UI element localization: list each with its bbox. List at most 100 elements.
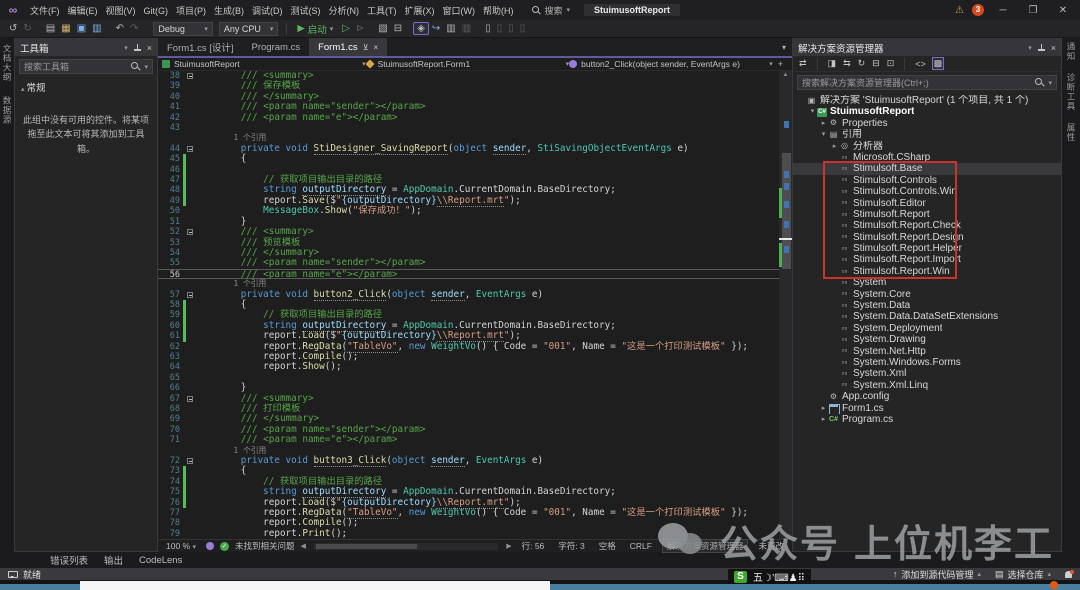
tree-item-stimulsoft.report[interactable]: ▫▫Stimulsoft.Report [793, 209, 1061, 220]
eol-indicator[interactable]: CRLF [626, 541, 656, 551]
toolbox-header[interactable]: 工具箱 ▾ × [15, 39, 157, 56]
tree-item-system.core[interactable]: ▫▫System.Core [793, 289, 1061, 300]
tree-item-system.xml.linq[interactable]: ▫▫System.Xml.Linq [793, 380, 1061, 391]
dock-tab-通知[interactable]: 通知 [1065, 42, 1077, 61]
toolbox-search-input[interactable]: 搜索工具箱 ▾ [19, 59, 153, 74]
minimize-button[interactable]: ─ [992, 5, 1014, 16]
menu-item[interactable]: 生成(B) [210, 6, 248, 16]
close-button[interactable]: ✕ [1052, 5, 1074, 16]
git-status[interactable]: 未更改 [754, 540, 788, 552]
designer-toggle-icon[interactable]: ◈ [413, 22, 429, 35]
save-all-icon[interactable]: ▥ [89, 23, 104, 34]
tree-item-stimulsoft.report.helper[interactable]: ▫▫Stimulsoft.Report.Helper [793, 243, 1061, 254]
fold-marker[interactable] [186, 71, 196, 81]
ime-item[interactable]: ⌨ [774, 573, 788, 584]
tree-item-app.config[interactable]: ⚙App.config [793, 391, 1061, 402]
expander-icon[interactable]: ▸ [830, 141, 839, 152]
switch-views-icon[interactable]: ⇆ [842, 58, 852, 69]
dock-tab-文档大纲[interactable]: 文档大纲 [1, 44, 13, 82]
close-icon[interactable]: × [147, 43, 152, 53]
nav-forward-icon[interactable]: ↻ [20, 23, 34, 34]
document-tab[interactable]: Form1.cs [设计] [158, 38, 243, 56]
tree-item-stimulsoft.report.win[interactable]: ▫▫Stimulsoft.Report.Win [793, 266, 1061, 277]
solution-explorer-header[interactable]: 解决方案资源管理器 ▾ × [793, 39, 1061, 56]
tree-item-stimulsoft.controls.win[interactable]: ▫▫Stimulsoft.Controls.Win [793, 186, 1061, 197]
menu-item[interactable]: Git(G) [140, 6, 173, 16]
nav-back-icon[interactable]: ↺ [6, 23, 20, 34]
spaces-indicator[interactable]: 空格 [595, 540, 620, 552]
quick-search[interactable]: 搜索 ▾ [532, 4, 571, 17]
taskbar-app-icon[interactable] [1050, 581, 1058, 589]
expander-icon[interactable]: ▾ [808, 106, 817, 117]
pin-icon[interactable] [134, 44, 141, 52]
tree-item-system.data[interactable]: ▫▫System.Data [793, 300, 1061, 311]
column-right-icon[interactable]: ▥ [459, 23, 474, 34]
column-indicator[interactable]: 字符: 3 [554, 540, 588, 552]
hscroll-thumb[interactable] [316, 544, 417, 549]
editor-scrollbar[interactable]: ▲ [779, 71, 792, 539]
document-tab[interactable]: Program.cs [243, 38, 310, 56]
close-icon[interactable]: × [374, 43, 379, 52]
tree-item-stimulsoft.base[interactable]: ▫▫Stimulsoft.Base [793, 163, 1061, 174]
redo-icon[interactable]: ↷ [127, 23, 141, 34]
feedback-icon[interactable] [8, 571, 18, 578]
menu-item[interactable]: 分析(N) [325, 6, 364, 16]
tree-item-stimulsoft.editor[interactable]: ▫▫Stimulsoft.Editor [793, 198, 1061, 209]
pin-icon[interactable] [1038, 44, 1045, 52]
collapse-all-icon[interactable]: ⊟ [871, 58, 881, 69]
menu-item[interactable]: 测试(S) [287, 6, 325, 16]
tree-item-stuimusoftreport[interactable]: ▾C#StuimusoftReport [793, 106, 1061, 117]
sync-with-active-document-icon[interactable]: ⇄ [798, 58, 808, 69]
refresh-icon[interactable]: ↻ [857, 58, 867, 69]
ime-logo-icon[interactable]: S [734, 571, 747, 583]
new-project-icon[interactable]: ▤ [43, 23, 58, 34]
chevron-down-icon[interactable]: ▾ [1028, 44, 1032, 52]
horizontal-scrollbar[interactable] [314, 543, 498, 550]
tree-item-system.windows.forms[interactable]: ▫▫System.Windows.Forms [793, 357, 1061, 368]
intellicode-icon[interactable] [206, 542, 214, 550]
tree-item--stuimusoftreport-1-1-[interactable]: ▣解决方案 'StuimusoftReport' (1 个项目, 共 1 个) [793, 95, 1061, 106]
ime-item[interactable]: ⠿ [798, 573, 805, 584]
dock-tab-属性[interactable]: 属性 [1065, 123, 1077, 142]
scroll-right-arrow[interactable]: ▶ [506, 542, 511, 550]
tree-item-microsoft.csharp[interactable]: ▫▫Microsoft.CSharp [793, 152, 1061, 163]
document-tab[interactable]: Form1.cs⊻× [309, 38, 387, 56]
tab-list-dropdown-icon[interactable]: ▾ [776, 43, 792, 52]
ime-item[interactable]: ♟ [789, 573, 798, 584]
run-without-debug-icon[interactable]: ▷ [339, 23, 353, 34]
tree-item-system.data.datasetextensions[interactable]: ▫▫System.Data.DataSetExtensions [793, 311, 1061, 322]
view-code-icon[interactable]: <> [914, 59, 927, 69]
dock-tab-数据源[interactable]: 数据源 [1, 96, 13, 125]
zoom-level-dropdown[interactable]: 100 % ▾ [162, 541, 200, 551]
tree-item-system.deployment[interactable]: ▫▫System.Deployment [793, 323, 1061, 334]
tree-item-system.xml[interactable]: ▫▫System.Xml [793, 368, 1061, 379]
code-editor[interactable]: 38 /// <summary>39 /// 保存模板40 /// </summ… [158, 71, 792, 539]
tree-item-properties[interactable]: ▸⚙Properties [793, 118, 1061, 129]
save-icon[interactable]: ▣ [74, 23, 89, 34]
menu-item[interactable]: 视图(V) [102, 6, 140, 16]
fold-marker[interactable] [186, 456, 196, 466]
restore-button[interactable]: ❐ [1022, 5, 1044, 16]
select-repository-button[interactable]: ▤ 选择仓库 ▴ [995, 568, 1051, 581]
attach-icon[interactable]: ⊳ [353, 23, 367, 34]
bottom-tab-输出[interactable]: 输出 [104, 553, 123, 567]
scrollbar-up-arrow[interactable]: ▲ [779, 72, 792, 78]
warning-icon[interactable]: ⚠ [955, 5, 964, 16]
tree-item-form1.cs[interactable]: ▸Form1.cs [793, 403, 1061, 414]
tree-item-stimulsoft.report.import[interactable]: ▫▫Stimulsoft.Report.Import [793, 254, 1061, 265]
tree-item-system[interactable]: ▫▫System [793, 277, 1061, 288]
scroll-left-arrow[interactable]: ◀ [301, 542, 306, 550]
menu-item[interactable]: 文件(F) [26, 6, 64, 16]
tree-item-program.cs[interactable]: ▸C#Program.cs [793, 414, 1061, 425]
menu-item[interactable]: 调试(D) [248, 6, 287, 16]
show-all-files-icon[interactable]: ▩ [932, 57, 945, 70]
live-share-icon[interactable]: ▧ [375, 23, 390, 34]
platform-dropdown[interactable]: Any CPU ▾ [219, 22, 279, 36]
fold-marker[interactable] [186, 227, 196, 237]
bottom-tab-CodeLens[interactable]: CodeLens [139, 555, 182, 566]
bookmark-prev-icon[interactable]: ▯ [494, 23, 506, 34]
menu-item[interactable]: 帮助(H) [479, 6, 518, 16]
tree-item-system.drawing[interactable]: ▫▫System.Drawing [793, 334, 1061, 345]
menu-item[interactable]: 工具(T) [363, 6, 401, 16]
menu-item[interactable]: 扩展(X) [401, 6, 439, 16]
